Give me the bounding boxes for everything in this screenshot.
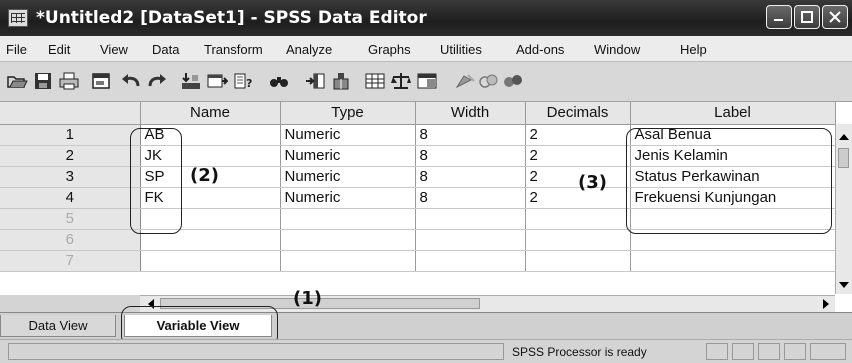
- close-button[interactable]: [822, 5, 848, 29]
- svg-text:?: ?: [246, 77, 252, 90]
- menu-analyze[interactable]: Analyze: [286, 42, 332, 57]
- annotation-box-3: [626, 128, 832, 234]
- split-file-icon[interactable]: [330, 71, 352, 91]
- annotation-label-1: (1): [293, 288, 322, 309]
- row-number[interactable]: 6: [0, 229, 141, 251]
- status-pane: [784, 343, 806, 360]
- empty-cell[interactable]: [415, 229, 526, 251]
- open-icon[interactable]: [6, 71, 28, 91]
- cell-decimals[interactable]: 2: [525, 124, 631, 146]
- dialog-recall-icon[interactable]: [90, 71, 112, 91]
- cell-type[interactable]: Numeric: [280, 166, 416, 188]
- find-icon[interactable]: [268, 71, 290, 91]
- status-pane: [706, 343, 728, 360]
- status-text: SPSS Processor is ready: [512, 345, 647, 359]
- scroll-corner: [0, 295, 140, 312]
- row-number[interactable]: 2: [0, 145, 141, 167]
- empty-cell[interactable]: [525, 229, 631, 251]
- redo-icon[interactable]: [146, 71, 168, 91]
- minimize-icon: [774, 19, 783, 21]
- column-header-label[interactable]: Label: [630, 102, 836, 125]
- save-icon[interactable]: [32, 71, 54, 91]
- tab-data-view[interactable]: Data View: [0, 315, 116, 337]
- scroll-down-icon[interactable]: [839, 282, 849, 288]
- goto-case-icon[interactable]: [180, 71, 202, 91]
- insert-cases-icon[interactable]: [304, 71, 326, 91]
- menu-transform[interactable]: Transform: [204, 42, 263, 57]
- menu-data[interactable]: Data: [152, 42, 179, 57]
- menu-file[interactable]: File: [6, 42, 27, 57]
- empty-cell[interactable]: [415, 208, 526, 230]
- menu-graphs[interactable]: Graphs: [368, 42, 411, 57]
- status-pane: [732, 343, 754, 360]
- maximize-button[interactable]: [794, 5, 820, 29]
- cell-width[interactable]: 8: [415, 124, 526, 146]
- menu-utilities[interactable]: Utilities: [440, 42, 482, 57]
- undo-icon[interactable]: [120, 71, 142, 91]
- cell-width[interactable]: 8: [415, 187, 526, 209]
- select-cases-icon[interactable]: [364, 71, 386, 91]
- cell-type[interactable]: Numeric: [280, 124, 416, 146]
- scroll-right-icon[interactable]: [823, 299, 829, 309]
- column-header-name[interactable]: Name: [140, 102, 281, 125]
- window-title: *Untitled2 [DataSet1] - SPSS Data Editor: [36, 8, 427, 28]
- menu-help[interactable]: Help: [680, 42, 707, 57]
- row-number[interactable]: 1: [0, 124, 141, 146]
- status-pane: [758, 343, 780, 360]
- insert-variable-icon[interactable]: [206, 71, 228, 91]
- cell-type[interactable]: Numeric: [280, 145, 416, 167]
- status-pane: [8, 343, 504, 360]
- cell-decimals[interactable]: 2: [525, 145, 631, 167]
- maximize-icon: [801, 11, 813, 23]
- menu-window[interactable]: Window: [594, 42, 640, 57]
- spss-app-icon[interactable]: [8, 9, 28, 27]
- cell-width[interactable]: 8: [415, 166, 526, 188]
- header-row: Name Type Width Decimals Label: [0, 102, 836, 125]
- cell-width[interactable]: 8: [415, 145, 526, 167]
- row-number[interactable]: 7: [0, 250, 141, 272]
- sets-icon[interactable]: [502, 71, 524, 91]
- empty-cell[interactable]: [280, 229, 416, 251]
- show-sets-icon[interactable]: [478, 71, 500, 91]
- row-number[interactable]: 4: [0, 187, 141, 209]
- minimize-button[interactable]: [766, 5, 792, 29]
- empty-cell[interactable]: [630, 250, 836, 272]
- use-sets-icon[interactable]: [454, 71, 476, 91]
- annotation-box-2: [130, 128, 182, 234]
- window-controls: [766, 5, 848, 29]
- column-header-decimals[interactable]: Decimals: [525, 102, 631, 125]
- empty-cell[interactable]: [415, 250, 526, 272]
- menu-add-ons[interactable]: Add-ons: [516, 42, 564, 57]
- print-icon[interactable]: [58, 71, 80, 91]
- empty-cell[interactable]: [280, 250, 416, 272]
- empty-cell[interactable]: [525, 250, 631, 272]
- annotation-label-2: (2): [190, 165, 219, 186]
- weight-cases-icon[interactable]: [390, 71, 412, 91]
- close-icon: [829, 11, 841, 23]
- vertical-scroll-thumb[interactable]: [838, 148, 849, 168]
- row-number[interactable]: 3: [0, 166, 141, 188]
- empty-cell[interactable]: [525, 208, 631, 230]
- cell-type[interactable]: Numeric: [280, 187, 416, 209]
- vertical-scrollbar[interactable]: [835, 124, 852, 294]
- table-row-empty: 7: [0, 250, 836, 272]
- column-header-type[interactable]: Type: [280, 102, 416, 125]
- toolbar: ?: [0, 62, 852, 102]
- title-bar: *Untitled2 [DataSet1] - SPSS Data Editor: [0, 0, 852, 36]
- status-pane: [810, 343, 846, 360]
- empty-cell[interactable]: [140, 250, 281, 272]
- value-labels-icon[interactable]: [416, 71, 438, 91]
- column-header-width[interactable]: Width: [415, 102, 526, 125]
- annotation-label-3: (3): [578, 172, 607, 193]
- menu-edit[interactable]: Edit: [48, 42, 70, 57]
- corner-cell[interactable]: [0, 102, 141, 125]
- status-bar: SPSS Processor is ready: [0, 339, 852, 363]
- scroll-up-icon[interactable]: [839, 134, 849, 140]
- menu-bar: File Edit View Data Transform Analyze Gr…: [0, 36, 852, 62]
- row-number[interactable]: 5: [0, 208, 141, 230]
- empty-cell[interactable]: [280, 208, 416, 230]
- variables-icon[interactable]: ?: [232, 71, 254, 91]
- menu-view[interactable]: View: [100, 42, 128, 57]
